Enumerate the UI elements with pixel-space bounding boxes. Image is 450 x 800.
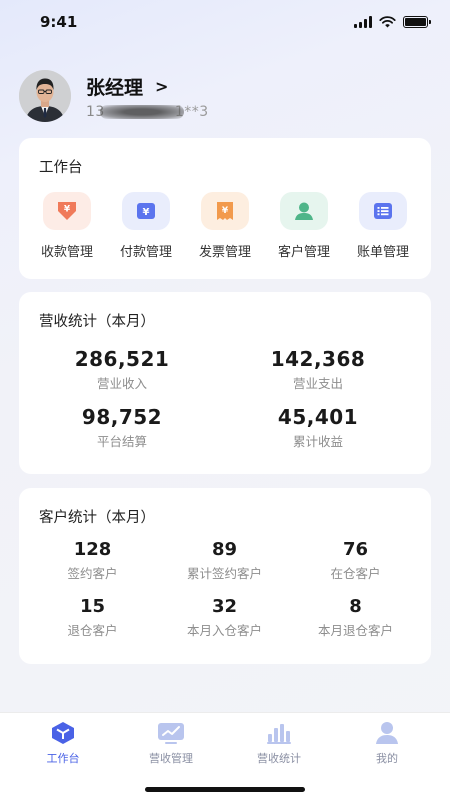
status-bar: 9:41 [0, 0, 450, 44]
customer-stat-in-warehouse[interactable]: 76 在仓客户 [287, 539, 424, 582]
revenue-stat-cumulative[interactable]: 45,401 累计收益 [215, 405, 421, 450]
workbench-items: ¥ 收款管理 ¥ 付款管理 ¥ 发票管理 客户管理 账单管理 [19, 192, 431, 260]
revenue-title: 营收统计（本月） [39, 314, 155, 330]
tab-revenue-management[interactable]: 营收管理 [115, 721, 227, 766]
revenue-monitor-icon [158, 723, 184, 744]
battery-icon [403, 16, 431, 28]
profile-info[interactable]: 张经理 > 13 1**3 [86, 73, 209, 120]
svg-text:¥: ¥ [64, 205, 71, 215]
customer-stat-signed[interactable]: 128 签约客户 [24, 539, 161, 582]
payment-icon: ¥ [122, 192, 170, 230]
tab-workbench[interactable]: 工作台 [7, 721, 119, 766]
status-icons [354, 16, 431, 28]
stat-value: 128 [73, 539, 112, 560]
stat-label: 签约客户 [67, 566, 118, 581]
workbench-item-label: 账单管理 [356, 245, 409, 260]
tab-label: 工作台 [46, 752, 80, 765]
profile-name: 张经理 [86, 76, 144, 99]
stat-value: 142,368 [270, 347, 366, 371]
workbench-item-receipts[interactable]: ¥ 收款管理 [29, 192, 105, 260]
status-time: 9:41 [40, 13, 78, 31]
tab-label: 我的 [376, 752, 398, 765]
workbench-item-label: 客户管理 [277, 245, 330, 260]
stat-value: 32 [211, 596, 238, 617]
workbench-card: 工作台 ¥ 收款管理 ¥ 付款管理 ¥ 发票管理 客户管理 账单管理 [19, 138, 431, 279]
stat-label: 本月退仓客户 [317, 623, 393, 638]
wifi-icon [379, 16, 396, 28]
workbench-item-label: 发票管理 [198, 245, 251, 260]
revenue-stat-income[interactable]: 286,521 营业收入 [19, 347, 225, 392]
stat-label: 平台结算 [96, 434, 147, 449]
revenue-stat-settlement[interactable]: 98,752 平台结算 [19, 405, 225, 450]
stat-value: 89 [211, 539, 238, 560]
payment-receipt-icon: ¥ [43, 192, 91, 230]
svg-text:¥: ¥ [143, 207, 150, 218]
profile-header[interactable]: 张经理 > 13 1**3 [19, 70, 209, 122]
svg-text:¥: ¥ [222, 206, 229, 216]
profile-name-row[interactable]: 张经理 > [86, 73, 209, 100]
workbench-item-payments[interactable]: ¥ 付款管理 [108, 192, 184, 260]
customer-stat-month-in[interactable]: 32 本月入仓客户 [156, 596, 293, 639]
customer-title: 客户统计（本月） [39, 510, 155, 526]
bar-chart-icon [267, 724, 291, 744]
stat-label: 累计签约客户 [186, 566, 262, 581]
home-indicator [145, 787, 305, 792]
workbench-item-bills[interactable]: 账单管理 [345, 192, 421, 260]
stat-value: 98,752 [81, 405, 163, 429]
stat-label: 退仓客户 [67, 623, 118, 638]
customer-stats-card: 客户统计（本月） 128 签约客户 89 累计签约客户 76 在仓客户 15 退… [19, 488, 431, 664]
user-icon [376, 722, 398, 744]
stat-label: 营业支出 [292, 376, 343, 391]
stat-value: 45,401 [277, 405, 359, 429]
stat-label: 累计收益 [292, 434, 343, 449]
invoice-icon: ¥ [201, 192, 249, 230]
avatar-portrait-icon [19, 70, 71, 122]
tab-label: 营收管理 [149, 752, 193, 765]
tab-revenue-statistics[interactable]: 营收统计 [223, 721, 335, 766]
workbench-item-label: 收款管理 [40, 245, 93, 260]
stat-label: 营业收入 [96, 376, 147, 391]
revenue-stats-card: 营收统计（本月） 286,521 营业收入 142,368 营业支出 98,75… [19, 292, 431, 474]
stat-value: 76 [342, 539, 369, 560]
customer-stat-withdrawn[interactable]: 15 退仓客户 [24, 596, 161, 639]
bill-icon [359, 192, 407, 230]
customer-stat-total-signed[interactable]: 89 累计签约客户 [156, 539, 293, 582]
stat-value: 8 [349, 596, 362, 617]
phone-redaction-mark [100, 104, 184, 119]
tab-mine[interactable]: 我的 [331, 721, 443, 766]
tab-label: 营收统计 [257, 752, 301, 765]
workbench-item-customers[interactable]: 客户管理 [266, 192, 342, 260]
stat-label: 本月入仓客户 [186, 623, 262, 638]
workbench-title: 工作台 [39, 160, 83, 176]
stat-value: 286,521 [74, 347, 170, 371]
stat-value: 15 [79, 596, 106, 617]
revenue-stat-expense[interactable]: 142,368 营业支出 [215, 347, 421, 392]
profile-phone: 13 1**3 [86, 104, 209, 120]
avatar[interactable] [19, 70, 71, 122]
workbench-item-label: 付款管理 [119, 245, 172, 260]
customer-icon [280, 192, 328, 230]
cellular-signal-icon [354, 16, 372, 28]
workbench-item-invoices[interactable]: ¥ 发票管理 [187, 192, 263, 260]
customer-stat-month-out[interactable]: 8 本月退仓客户 [287, 596, 424, 639]
chevron-right-icon: > [155, 76, 169, 96]
workbench-cube-icon [52, 722, 74, 744]
stat-label: 在仓客户 [330, 566, 381, 581]
